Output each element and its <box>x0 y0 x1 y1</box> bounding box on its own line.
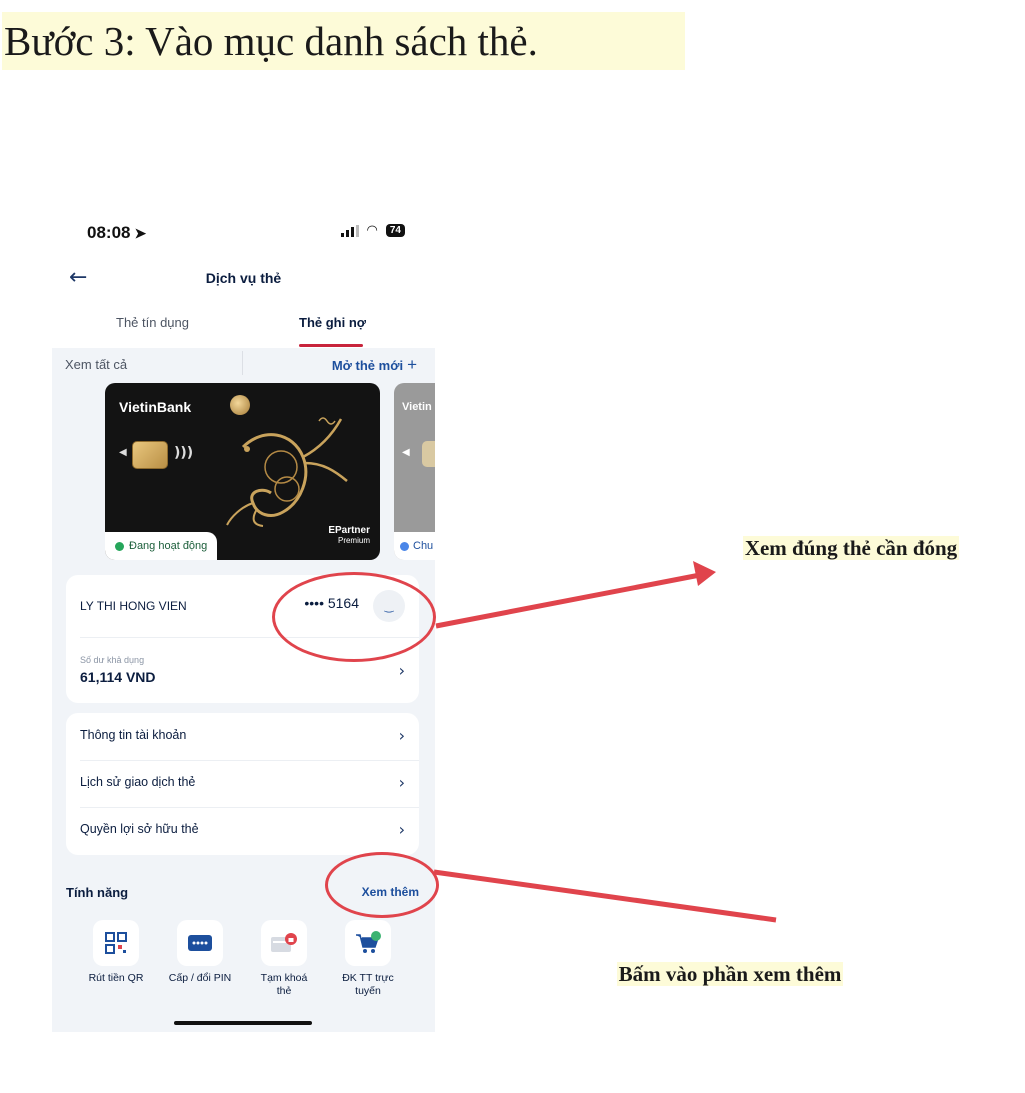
arrow-head-icon <box>693 561 716 586</box>
annotation-note-2-text: Bấm vào phần xem thêm <box>616 962 844 986</box>
annotation-note-1: Xem đúng thẻ cần đóng <box>722 532 980 564</box>
annotation-note-2: Bấm vào phần xem thêm <box>600 958 860 990</box>
arrow-line-1 <box>435 572 701 629</box>
arrow-line-2 <box>433 869 777 923</box>
annotation-note-1-text: Xem đúng thẻ cần đóng <box>742 536 960 560</box>
